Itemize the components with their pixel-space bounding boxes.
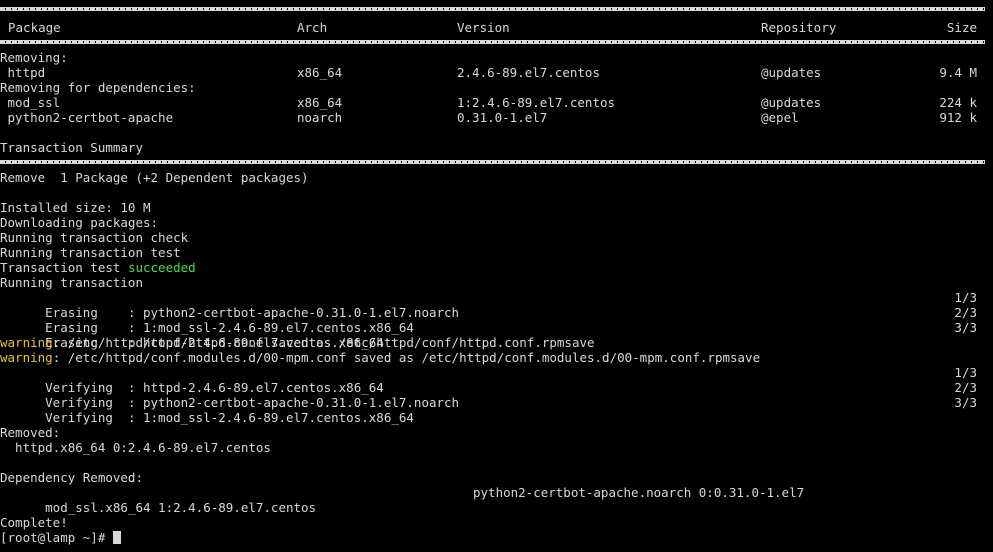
test-result-prefix: Transaction test <box>0 260 128 275</box>
warning-line: warning: /etc/httpd/conf.modules.d/00-mp… <box>0 350 993 365</box>
test-line: Running transaction test <box>0 245 181 260</box>
downloading-line: Downloading packages: <box>0 215 159 230</box>
package-version: 1:2.4.6-89.el7.centos <box>457 95 616 110</box>
header-version: Version <box>457 20 510 35</box>
warning-text: : /etc/httpd/conf/httpd.conf saved as /e… <box>52 335 595 350</box>
erasing-line: Erasing : httpd-2.4.6-89.el7.centos.x86_… <box>0 320 993 350</box>
package-name: mod_ssl <box>0 95 61 110</box>
package-name: httpd <box>0 65 46 80</box>
package-repository: @updates <box>761 65 822 80</box>
summary-remove-line: Remove 1 Package (+2 Dependent packages) <box>0 170 309 185</box>
erasing-line: Erasing : python2-certbot-apache-0.31.0-… <box>0 290 993 320</box>
package-version: 2.4.6-89.el7.centos <box>457 65 600 80</box>
check-line: Running transaction check <box>0 230 189 245</box>
package-arch: x86_64 <box>297 65 343 80</box>
prompt-line[interactable]: [root@lamp ~]# <box>0 530 993 545</box>
verifying-progress: 3/3 <box>954 395 977 410</box>
summary-separator <box>0 155 993 170</box>
table-row: httpd x86_64 2.4.6-89.el7.centos @update… <box>0 65 993 80</box>
test-result-line: Transaction test succeeded <box>0 260 993 275</box>
verifying-line: Verifying : 1:mod_ssl-2.4.6-89.el7.cento… <box>0 395 993 425</box>
text-cursor <box>112 531 121 544</box>
table-row: mod_ssl x86_64 1:2.4.6-89.el7.centos @up… <box>0 95 993 110</box>
erasing-progress: 2/3 <box>954 305 977 320</box>
shell-prompt: [root@lamp ~]# <box>0 530 113 545</box>
header-arch: Arch <box>297 20 328 35</box>
warning-label: warning <box>0 335 53 350</box>
verifying-progress: 1/3 <box>954 365 977 380</box>
removing-label: Removing: <box>0 50 68 65</box>
package-version: 0.31.0-1.el7 <box>457 110 548 125</box>
verifying-line: Verifying : python2-certbot-apache-0.31.… <box>0 380 993 410</box>
warning-label: warning <box>0 350 53 365</box>
dependencies-label: Removing for dependencies: <box>0 80 196 95</box>
complete-line: Complete! <box>0 515 68 530</box>
header-separator <box>0 35 993 50</box>
package-size: 9.4 M <box>939 65 977 80</box>
removed-item: httpd.x86_64 0:2.4.6-89.el7.centos <box>0 440 271 455</box>
header-package: Package <box>8 20 61 35</box>
package-size: 912 k <box>939 110 977 125</box>
table-header-row: Package Arch Version Repository Size <box>0 20 993 35</box>
summary-title: Transaction Summary <box>0 140 143 155</box>
dependency-removed-items: mod_ssl.x86_64 1:2.4.6-89.el7.centos pyt… <box>0 485 993 515</box>
top-separator <box>0 5 993 20</box>
package-arch: noarch <box>297 110 343 125</box>
verifying-line: Verifying : httpd-2.4.6-89.el7.centos.x8… <box>0 365 993 395</box>
header-repository: Repository <box>761 20 837 35</box>
package-size: 224 k <box>939 95 977 110</box>
erasing-progress: 1/3 <box>954 290 977 305</box>
header-size: Size <box>946 20 977 35</box>
installed-size: Installed size: 10 M <box>0 200 151 215</box>
removed-label: Removed: <box>0 425 61 440</box>
package-repository: @epel <box>761 110 799 125</box>
warning-line: warning: /etc/httpd/conf/httpd.conf save… <box>0 335 993 350</box>
warning-text: : /etc/httpd/conf.modules.d/00-mpm.conf … <box>52 350 761 365</box>
package-name: python2-certbot-apache <box>0 110 174 125</box>
erasing-progress: 3/3 <box>954 320 977 335</box>
erasing-line: Erasing : 1:mod_ssl-2.4.6-89.el7.centos.… <box>0 305 993 335</box>
terminal-output[interactable]: Package Arch Version Repository Size Rem… <box>0 5 993 545</box>
test-result-status: succeeded <box>127 260 196 275</box>
dependency-removed-label: Dependency Removed: <box>0 470 143 485</box>
running-line: Running transaction <box>0 275 143 290</box>
verifying-progress: 2/3 <box>954 380 977 395</box>
package-arch: x86_64 <box>297 95 343 110</box>
table-row: python2-certbot-apache noarch 0.31.0-1.e… <box>0 110 993 125</box>
package-repository: @updates <box>761 95 822 110</box>
dependency-removed-item: python2-certbot-apache.noarch 0:0.31.0-1… <box>473 485 805 500</box>
